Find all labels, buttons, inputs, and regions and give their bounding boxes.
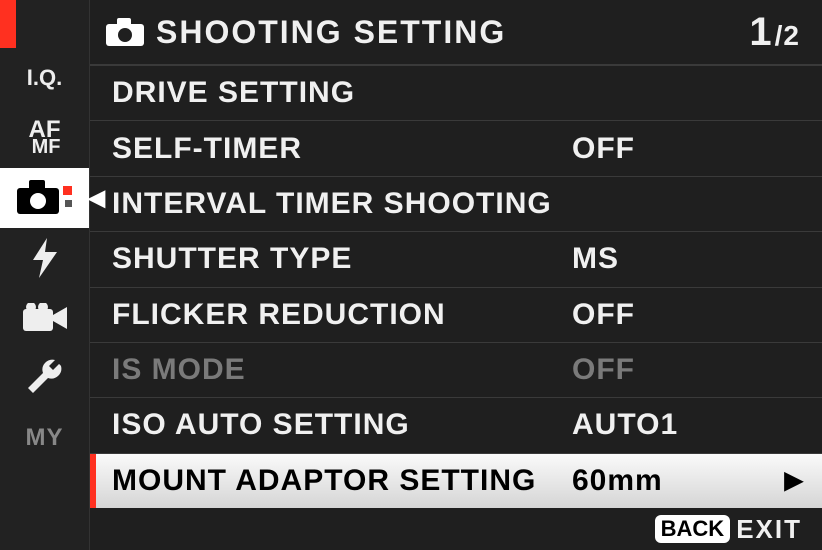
- sidebar-item-shooting[interactable]: ◀: [0, 168, 89, 228]
- menu-item-self-timer[interactable]: SELF-TIMER OFF: [90, 121, 822, 176]
- chevron-right-icon: ▶: [785, 466, 804, 495]
- footer: BACK EXIT: [90, 508, 822, 550]
- menu-item-iso-auto[interactable]: ISO AUTO SETTING AUTO1: [90, 398, 822, 453]
- menu-item-mount-adaptor[interactable]: MOUNT ADAPTOR SETTING 60mm ▶: [90, 454, 822, 508]
- camera-icon: [17, 180, 73, 216]
- page-title: SHOOTING SETTING: [156, 14, 749, 51]
- menu-item-interval-timer[interactable]: INTERVAL TIMER SHOOTING: [90, 177, 822, 232]
- wrench-icon: [25, 358, 65, 398]
- header: SHOOTING SETTING 1/2: [90, 0, 822, 66]
- sidebar-item-afmf[interactable]: AF MF: [0, 108, 89, 168]
- exit-label: EXIT: [736, 514, 802, 545]
- menu-item-flicker-reduction[interactable]: FLICKER REDUCTION OFF: [90, 288, 822, 343]
- sidebar-item-setup[interactable]: [0, 348, 89, 408]
- menu-item-shutter-type[interactable]: SHUTTER TYPE MS: [90, 232, 822, 287]
- sidebar: I.Q. AF MF ◀: [0, 0, 90, 550]
- page-indicator: 1/2: [749, 10, 800, 55]
- main-panel: SHOOTING SETTING 1/2 DRIVE SETTING SELF-…: [90, 0, 822, 550]
- afmf-icon: AF MF: [29, 120, 61, 155]
- sidebar-item-flash[interactable]: [0, 228, 89, 288]
- menu-list: DRIVE SETTING SELF-TIMER OFF INTERVAL TI…: [90, 66, 822, 508]
- sidebar-item-movie[interactable]: [0, 288, 89, 348]
- sidebar-my-label: MY: [26, 424, 64, 452]
- camera-icon: [106, 18, 144, 46]
- menu-item-drive-setting[interactable]: DRIVE SETTING: [90, 66, 822, 121]
- back-button[interactable]: BACK: [655, 515, 731, 543]
- flash-icon: [31, 238, 59, 278]
- sidebar-item-iq[interactable]: I.Q.: [0, 48, 89, 108]
- sidebar-item-my[interactable]: MY: [0, 408, 89, 468]
- sidebar-iq-label: I.Q.: [27, 65, 62, 91]
- movie-icon: [23, 303, 67, 333]
- sidebar-accent: [0, 0, 16, 48]
- menu-item-is-mode[interactable]: IS MODE OFF: [90, 343, 822, 398]
